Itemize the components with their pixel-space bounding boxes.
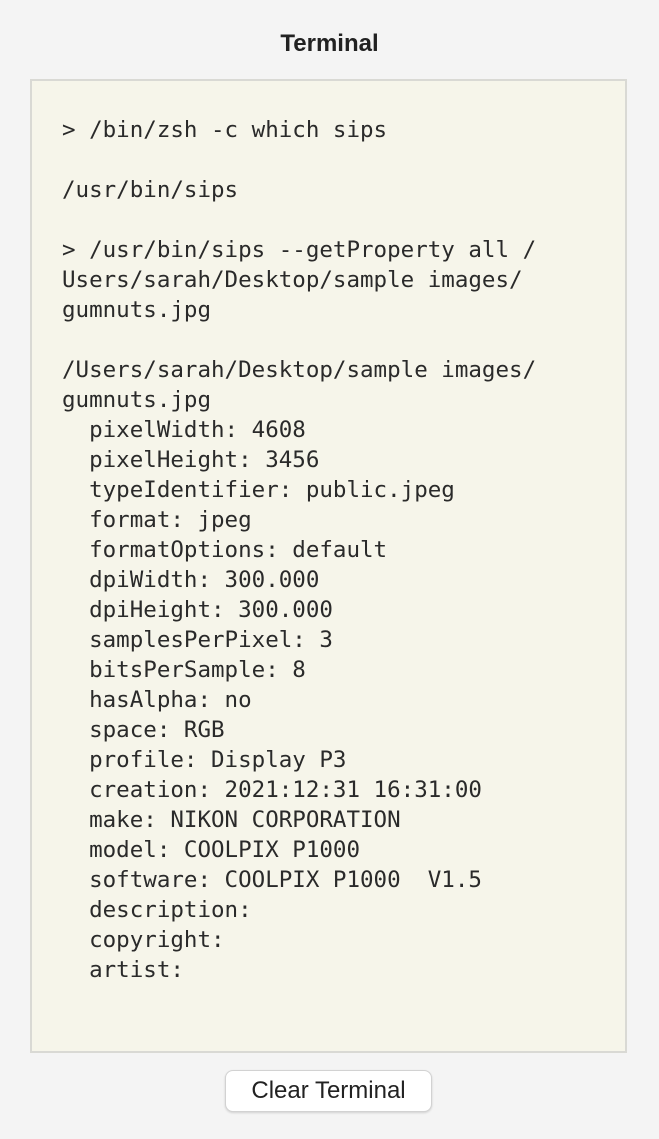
terminal-line: /Users/sarah/Desktop/sample images/ — [62, 357, 537, 383]
clear-terminal-button[interactable]: Clear Terminal — [225, 1070, 432, 1112]
terminal-line: > /bin/zsh -c which sips — [62, 117, 388, 143]
terminal-line: hasAlpha: no — [62, 687, 252, 713]
terminal-line: format: jpeg — [62, 507, 252, 533]
terminal-line: gumnuts.jpg — [62, 387, 212, 413]
terminal-line: space: RGB — [62, 717, 225, 743]
terminal-line: typeIdentifier: public.jpeg — [62, 477, 455, 503]
terminal-line: samplesPerPixel: 3 — [62, 627, 333, 653]
terminal-line: /usr/bin/sips — [62, 177, 239, 203]
window-title: Terminal — [280, 30, 379, 57]
terminal-line: > /usr/bin/sips --getProperty all / — [62, 237, 537, 263]
terminal-line: description: — [62, 897, 252, 923]
terminal-window: Terminal > /bin/zsh -c which sips/usr/bi… — [0, 0, 659, 1139]
terminal-line: make: NIKON CORPORATION — [62, 807, 401, 833]
terminal-line: creation: 2021:12:31 16:31:00 — [62, 777, 482, 803]
terminal-output: > /bin/zsh -c which sips/usr/bin/sips > /… — [32, 81, 625, 985]
terminal-line: pixelHeight: 3456 — [62, 447, 320, 473]
terminal-line: formatOptions: default — [62, 537, 388, 563]
terminal-line: model: COOLPIX P1000 — [62, 837, 361, 863]
terminal-line: Users/sarah/Desktop/sample images/ — [62, 267, 523, 293]
terminal-line: software: COOLPIX P1000 V1.5 — [62, 867, 482, 893]
terminal-panel[interactable]: > /bin/zsh -c which sips/usr/bin/sips > /… — [30, 79, 627, 1053]
terminal-line: gumnuts.jpg — [62, 297, 212, 323]
terminal-line: dpiWidth: 300.000 — [62, 567, 320, 593]
terminal-line: profile: Display P3 — [62, 747, 347, 773]
terminal-line: dpiHeight: 300.000 — [62, 597, 333, 623]
terminal-line: copyright: — [62, 927, 225, 953]
terminal-line: artist: — [62, 957, 184, 983]
terminal-line: pixelWidth: 4608 — [62, 417, 306, 443]
terminal-line: bitsPerSample: 8 — [62, 657, 306, 683]
